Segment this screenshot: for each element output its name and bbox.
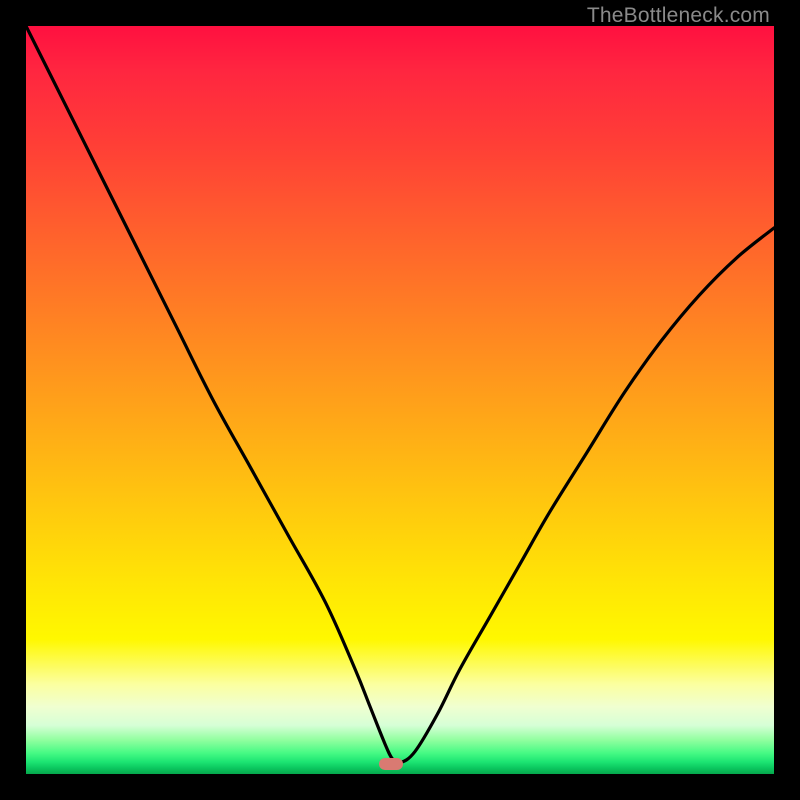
optimal-point-marker xyxy=(379,758,403,770)
watermark-label: TheBottleneck.com xyxy=(587,4,770,28)
chart-frame: TheBottleneck.com xyxy=(0,0,800,800)
bottleneck-curve xyxy=(26,26,774,774)
plot-area xyxy=(26,26,774,774)
